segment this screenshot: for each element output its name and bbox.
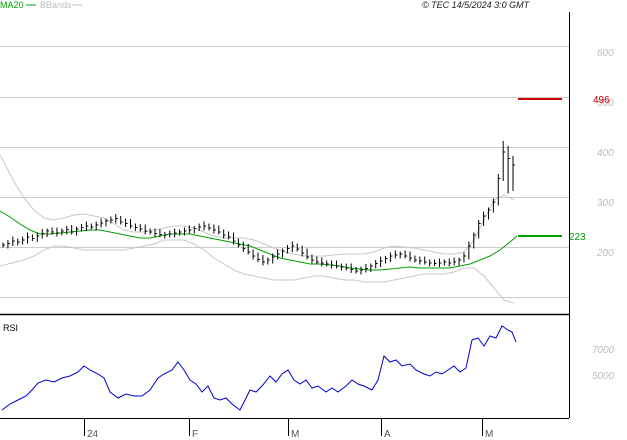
y-tick-label: 600 xyxy=(597,48,614,59)
x-tick-label: F xyxy=(192,429,198,440)
price-bars xyxy=(2,141,515,275)
rsi-tick-label: 5000 xyxy=(592,371,615,382)
x-axis-ticks: 24 F M A M xyxy=(84,418,493,440)
y-tick-label: 200 xyxy=(596,248,614,259)
price-gridlines xyxy=(0,46,569,298)
legend-ma20: MA20 xyxy=(0,0,24,10)
x-tick-label: M xyxy=(291,429,299,440)
rsi-line xyxy=(1,325,517,411)
legend-bbands: BBands xyxy=(40,0,72,10)
x-tick-label: A xyxy=(384,429,391,440)
x-tick-label: M xyxy=(485,429,493,440)
level-label-lower: 223 xyxy=(569,232,586,243)
rsi-y-ticks: 7000 5000 xyxy=(592,345,615,382)
rsi-label: RSI xyxy=(3,323,18,333)
bbands-lower xyxy=(0,239,515,304)
chart-legend: MA20 BBands xyxy=(0,0,82,10)
bbands-upper xyxy=(0,154,515,257)
y-tick-label: 300 xyxy=(597,198,614,209)
y-tick-label: 400 xyxy=(597,148,614,159)
copyright-text: © TEC 14/5/2024 3:0 GMT xyxy=(422,0,531,10)
x-tick-label: 24 xyxy=(87,429,99,440)
level-label-upper: 496 xyxy=(593,95,610,106)
rsi-tick-label: 7000 xyxy=(592,345,615,356)
price-y-ticks: 600 500 400 300 200 xyxy=(596,48,614,259)
stock-chart: 600 500 400 300 200 7000 5000 24 F M A M… xyxy=(0,0,615,440)
